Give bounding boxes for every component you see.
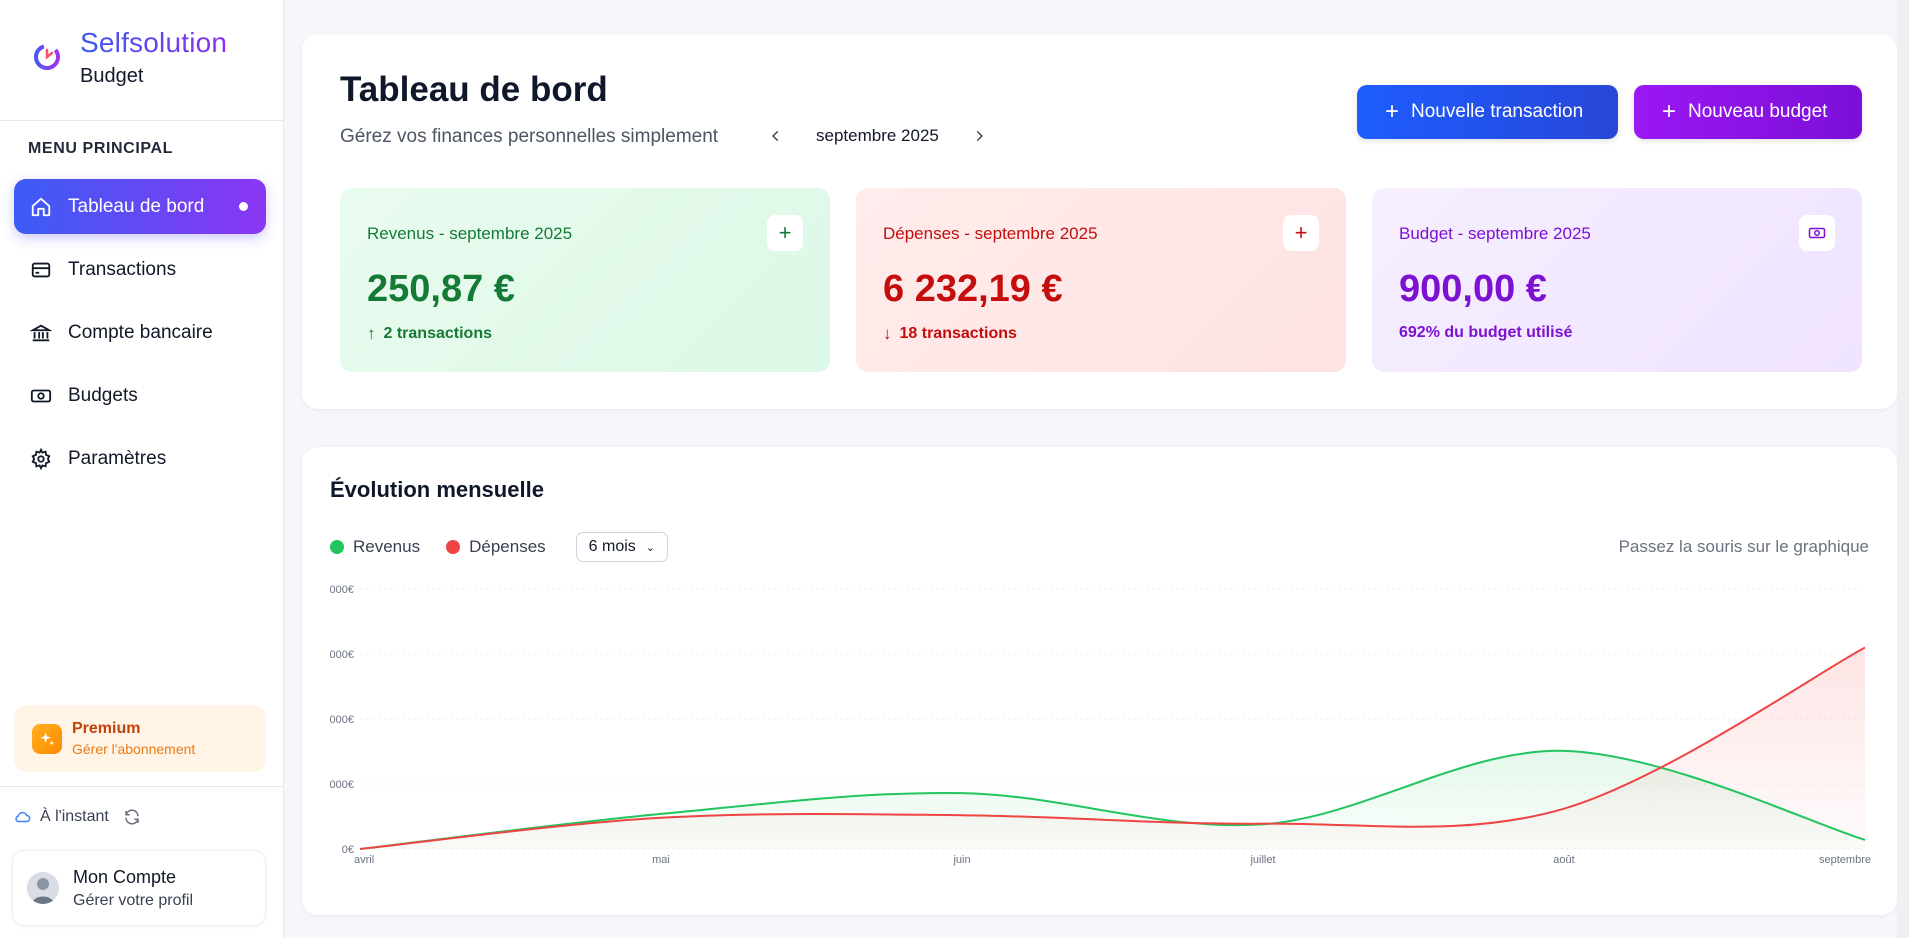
card-icon (30, 259, 52, 281)
banknote-icon (30, 385, 52, 407)
legend-income[interactable]: Revenus (330, 537, 420, 557)
divider (0, 786, 284, 787)
new-transaction-button[interactable]: + Nouvelle transaction (1357, 85, 1618, 139)
premium-title: Premium (72, 720, 141, 737)
chart-hint: Passez la souris sur le graphique (1618, 537, 1869, 556)
x-tick-label: avril (354, 854, 374, 866)
sidebar-item-label: Budgets (68, 384, 138, 406)
bank-icon (30, 322, 52, 344)
y-tick-label: 0€ (342, 844, 354, 856)
add-expense-button[interactable]: + (1283, 215, 1319, 251)
divider (0, 120, 284, 121)
x-tick-label: juillet (1249, 854, 1275, 866)
expenses-count: 18 transactions (899, 325, 1017, 342)
plus-icon: + (1385, 98, 1400, 125)
period-select[interactable]: 6 mois ⌄ (575, 532, 669, 562)
expenses-value: 6 232,19 € (883, 268, 1063, 310)
expenses-footer: ↓ 18 transactions (883, 324, 1017, 344)
income-count: 2 transactions (383, 325, 492, 342)
income-footer: ↑ 2 transactions (367, 324, 492, 344)
budget-banknote-button[interactable] (1799, 215, 1835, 251)
y-tick-label: 000€ (330, 714, 354, 726)
page-title: Tableau de bord (340, 70, 608, 109)
sidebar-item-label: Paramètres (68, 447, 167, 469)
budget-value: 900,00 € (1399, 268, 1547, 310)
new-budget-button[interactable]: + Nouveau budget (1634, 85, 1862, 139)
menu-title: MENU PRINCIPAL (28, 140, 173, 157)
account-title: Mon Compte (73, 866, 177, 887)
refresh-icon[interactable] (123, 808, 141, 826)
month-navigator: septembre 2025 (764, 124, 991, 148)
cloud-icon (15, 811, 31, 823)
expenses-label: Dépenses - septembre 2025 (883, 224, 1098, 243)
x-tick-label: mai (652, 854, 670, 866)
logo-icon (34, 44, 60, 70)
sidebar-item-label: Tableau de bord (68, 195, 205, 217)
scrollbar-track[interactable] (1897, 0, 1909, 938)
sidebar: Selfsolution Budget MENU PRINCIPAL Table… (0, 0, 284, 938)
budget-footer: 692% du budget utilisé (1399, 324, 1572, 342)
budget-label: Budget - septembre 2025 (1399, 224, 1591, 243)
legend-dot (330, 540, 344, 554)
x-tick-label: août (1553, 854, 1574, 866)
new-transaction-label: Nouvelle transaction (1411, 101, 1584, 122)
chevron-down-icon: ⌄ (645, 541, 656, 554)
home-icon (30, 196, 52, 218)
monthly-chart-card: Évolution mensuelle Revenus Dépenses 6 m… (302, 447, 1897, 915)
plus-icon: + (1662, 98, 1677, 125)
expenses-card: Dépenses - septembre 2025 + 6 232,19 € ↓… (856, 188, 1346, 372)
sidebar-item-settings[interactable]: Paramètres (14, 431, 266, 486)
sparkles-icon (32, 723, 62, 754)
account-card[interactable]: Mon Compte Gérer votre profil (12, 850, 266, 926)
premium-subtitle: Gérer l'abonnement (72, 741, 196, 757)
sidebar-item-budgets[interactable]: Budgets (14, 368, 266, 423)
legend-dot (446, 540, 461, 554)
legend-expenses[interactable]: Dépenses (446, 537, 546, 557)
sync-label: À l'instant (40, 808, 109, 825)
sidebar-nav: Tableau de bord Transactions Compte banc… (14, 179, 266, 494)
income-label: Revenus - septembre 2025 (367, 224, 573, 243)
period-value: 6 mois (588, 538, 636, 555)
brand-sub: Budget (80, 65, 144, 87)
dashboard-header-card: Tableau de bord Gérez vos finances perso… (302, 34, 1897, 409)
chevron-right-icon[interactable] (967, 124, 991, 148)
premium-card[interactable]: Premium Gérer l'abonnement (14, 705, 266, 772)
x-tick-label: juin (952, 854, 970, 866)
legend-income-label: Revenus (353, 537, 421, 556)
y-tick-label: 000€ (330, 584, 354, 596)
brand-name: Selfsolution (80, 24, 227, 62)
y-tick-label: 000€ (330, 649, 354, 661)
sidebar-item-bank-account[interactable]: Compte bancaire (14, 305, 266, 360)
current-month: septembre 2025 (816, 126, 939, 145)
add-income-button[interactable]: + (767, 215, 803, 251)
y-tick-label: 000€ (330, 779, 354, 791)
chart-title: Évolution mensuelle (330, 477, 544, 502)
chart-left-mask (302, 577, 330, 877)
budget-card: Budget - septembre 2025 900,00 € 692% du… (1372, 188, 1862, 372)
sidebar-item-label: Compte bancaire (68, 321, 213, 343)
active-dot (239, 202, 248, 211)
sidebar-item-transactions[interactable]: Transactions (14, 242, 266, 297)
sidebar-item-label: Transactions (68, 258, 177, 280)
chart-area[interactable]: 0€ 000€ 000€ 000€ 000€ avril mai juin juillet aoû… (302, 577, 1897, 907)
legend-expenses-label: Dépenses (469, 537, 546, 556)
arrow-up-icon: ↑ (367, 324, 376, 343)
account-subtitle: Gérer votre profil (73, 891, 194, 909)
income-card: Revenus - septembre 2025 + 250,87 € ↑ 2 … (340, 188, 830, 372)
chevron-left-icon[interactable] (764, 124, 788, 148)
page-subtitle: Gérez vos finances personnelles simpleme… (340, 126, 719, 147)
income-value: 250,87 € (367, 268, 515, 310)
chart-legend: Revenus Dépenses 6 mois ⌄ (330, 532, 669, 562)
new-budget-label: Nouveau budget (1688, 101, 1828, 122)
banknote-icon (1808, 227, 1826, 239)
budget-usage: 692% du budget utilisé (1399, 324, 1573, 341)
sync-status: À l'instant (14, 808, 141, 826)
arrow-down-icon: ↓ (883, 324, 892, 343)
x-tick-label: septembre (1819, 854, 1871, 866)
brand[interactable]: Selfsolution Budget (30, 24, 227, 90)
avatar (27, 872, 59, 904)
sidebar-item-dashboard[interactable]: Tableau de bord (14, 179, 266, 234)
gear-icon (30, 447, 52, 470)
